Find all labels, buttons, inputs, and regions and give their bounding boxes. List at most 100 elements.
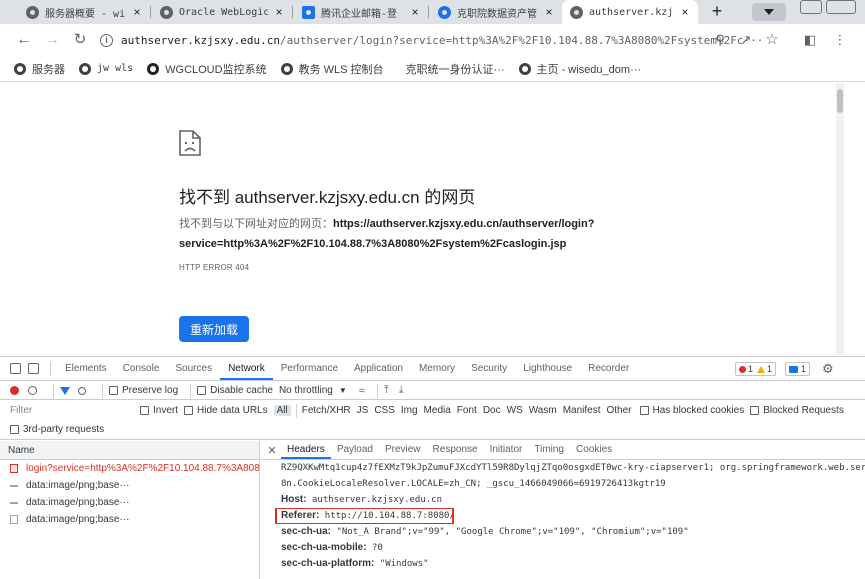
third-party-checkbox[interactable]: 3rd-party requests <box>10 424 104 435</box>
detail-tab-headers[interactable]: Headers <box>281 441 331 459</box>
hide-data-urls-checkbox[interactable]: Hide data URLs <box>184 405 268 416</box>
devtools-tab-elements[interactable]: Elements <box>57 357 115 380</box>
bookmark-item[interactable]: 克职统一身份认证··· <box>406 61 505 77</box>
filter-input[interactable]: Filter <box>8 403 140 418</box>
filter-type-css[interactable]: CSS <box>372 405 397 416</box>
checkbox[interactable] <box>184 406 194 415</box>
side-panel-icon[interactable]: ◧ <box>800 30 820 50</box>
device-toolbar-icon[interactable] <box>28 363 39 374</box>
record-icon[interactable] <box>10 386 19 395</box>
bookmark-item[interactable]: jw wls <box>79 62 133 75</box>
devtools-tab-security[interactable]: Security <box>463 357 515 380</box>
devtools-tab-memory[interactable]: Memory <box>411 357 463 380</box>
blocked-requests-checkbox[interactable]: Blocked Requests <box>750 405 844 416</box>
header-value: "Not_A Brand";v="99", "Google Chrome";v=… <box>331 527 689 537</box>
detail-tab-response[interactable]: Response <box>427 441 484 459</box>
url-path: /authserver/login?service=http%3A%2F%2F1… <box>279 34 764 47</box>
filter-type-all[interactable]: All <box>273 405 291 416</box>
filter-type-img[interactable]: Img <box>399 405 420 416</box>
browser-tab-active[interactable]: authserver.kzjs × <box>562 0 698 24</box>
checkbox[interactable] <box>140 406 149 415</box>
reload-button[interactable]: 重新加载 <box>179 316 249 342</box>
new-tab-button[interactable]: + <box>706 0 728 24</box>
messages-counter[interactable]: 1 <box>785 362 811 376</box>
issues-counter[interactable]: 1 1 <box>735 362 777 376</box>
close-icon[interactable]: × <box>408 5 422 19</box>
filter-type-doc[interactable]: Doc <box>481 405 503 416</box>
bookmark-item[interactable]: 教务 WLS 控制台 <box>280 61 384 77</box>
invert-checkbox[interactable]: Invert <box>140 405 178 416</box>
checkbox[interactable] <box>639 406 649 415</box>
filter-type-manifest[interactable]: Manifest <box>561 405 603 416</box>
request-row[interactable]: data:image/png;base··· <box>0 477 259 494</box>
bookmark-item[interactable]: 服务器 <box>14 61 65 77</box>
devtools-tab-sources[interactable]: Sources <box>167 357 220 380</box>
restore-window-button[interactable] <box>800 0 822 14</box>
detail-tab-timing[interactable]: Timing <box>528 441 570 459</box>
checkbox[interactable] <box>750 406 760 415</box>
download-icon[interactable]: ⤓ <box>399 384 404 397</box>
browser-tab[interactable]: 腾讯企业邮箱-登 × <box>294 0 428 24</box>
bookmark-item[interactable]: WGCLOUD监控系统 <box>147 61 267 77</box>
menu-icon[interactable]: ⋮ <box>830 30 850 50</box>
search-icon[interactable] <box>78 386 86 395</box>
upload-icon[interactable]: ⤒ <box>384 384 389 397</box>
close-icon[interactable]: × <box>678 5 692 19</box>
disable-cache-checkbox[interactable]: Disable cache <box>197 385 273 396</box>
back-arrow-icon[interactable]: ← <box>14 30 34 50</box>
globe-icon <box>280 62 293 75</box>
page-scrollbar[interactable] <box>836 83 844 355</box>
name-column-header[interactable]: Name <box>0 441 259 460</box>
zoom-icon[interactable]: ⚲ <box>710 30 730 50</box>
devtools-tab-console[interactable]: Console <box>115 357 168 380</box>
bookmark-item[interactable]: 主页 - wisedu_dom··· <box>518 61 641 77</box>
browser-tab[interactable]: Oracle WebLogic × <box>152 0 292 24</box>
filter-type-fetch-xhr[interactable]: Fetch/XHR <box>300 405 353 416</box>
browser-tab[interactable]: 克职院数据资产管 × <box>430 0 562 24</box>
filter-type-font[interactable]: Font <box>455 405 479 416</box>
devtools-tab-application[interactable]: Application <box>346 357 411 380</box>
share-icon[interactable]: ↗ <box>736 30 756 50</box>
clear-icon[interactable] <box>28 386 37 395</box>
forward-arrow-icon[interactable]: → <box>42 30 62 50</box>
filter-type-js[interactable]: JS <box>355 405 371 416</box>
filter-type-other[interactable]: Other <box>604 405 633 416</box>
checkbox[interactable] <box>197 386 207 395</box>
info-icon[interactable]: i <box>100 34 113 47</box>
close-icon[interactable]: × <box>130 5 144 19</box>
close-icon[interactable]: × <box>542 5 556 19</box>
wifi-icon[interactable]: ≈ <box>359 385 365 397</box>
request-row[interactable]: login?service=http%3A%2F%2F10.104.88.7%3… <box>0 460 259 477</box>
detail-tab-cookies[interactable]: Cookies <box>570 441 618 459</box>
close-icon[interactable]: × <box>272 5 286 19</box>
filter-type-media[interactable]: Media <box>422 405 453 416</box>
address-bar[interactable]: i authserver.kzjsxy.edu.cn/authserver/lo… <box>100 29 795 52</box>
devtools-tab-network[interactable]: Network <box>220 357 273 380</box>
tab-search-button[interactable] <box>752 3 786 21</box>
blocked-cookies-checkbox[interactable]: Has blocked cookies <box>639 405 744 416</box>
detail-tab-preview[interactable]: Preview <box>379 441 427 459</box>
filter-icon[interactable] <box>60 386 70 395</box>
window-control-button[interactable] <box>826 0 856 14</box>
throttling-select[interactable]: No throttling ▼ <box>279 385 347 396</box>
devtools-tab-lighthouse[interactable]: Lighthouse <box>515 357 580 380</box>
devtools-tab-performance[interactable]: Performance <box>273 357 346 380</box>
filter-type-ws[interactable]: WS <box>505 405 525 416</box>
request-row[interactable]: data:image/png;base··· <box>0 511 259 528</box>
inspect-element-icon[interactable] <box>10 363 21 374</box>
gear-icon[interactable]: ⚙ <box>822 361 834 377</box>
tab-separator <box>428 6 429 18</box>
bookmark-star-icon[interactable]: ☆ <box>762 30 782 50</box>
detail-tab-payload[interactable]: Payload <box>331 441 379 459</box>
devtools-tab-recorder[interactable]: Recorder <box>580 357 637 380</box>
scrollbar-thumb[interactable] <box>837 89 843 113</box>
checkbox[interactable] <box>10 425 19 434</box>
request-row[interactable]: data:image/png;base··· <box>0 494 259 511</box>
browser-tab[interactable]: 服务器概要 - wis × <box>18 0 150 24</box>
reload-icon[interactable]: ↻ <box>70 30 90 50</box>
checkbox[interactable] <box>109 386 118 395</box>
detail-tab-initiator[interactable]: Initiator <box>484 441 529 459</box>
preserve-log-checkbox[interactable]: Preserve log <box>109 385 178 396</box>
filter-type-wasm[interactable]: Wasm <box>527 405 559 416</box>
close-icon[interactable]: ✕ <box>263 444 281 457</box>
